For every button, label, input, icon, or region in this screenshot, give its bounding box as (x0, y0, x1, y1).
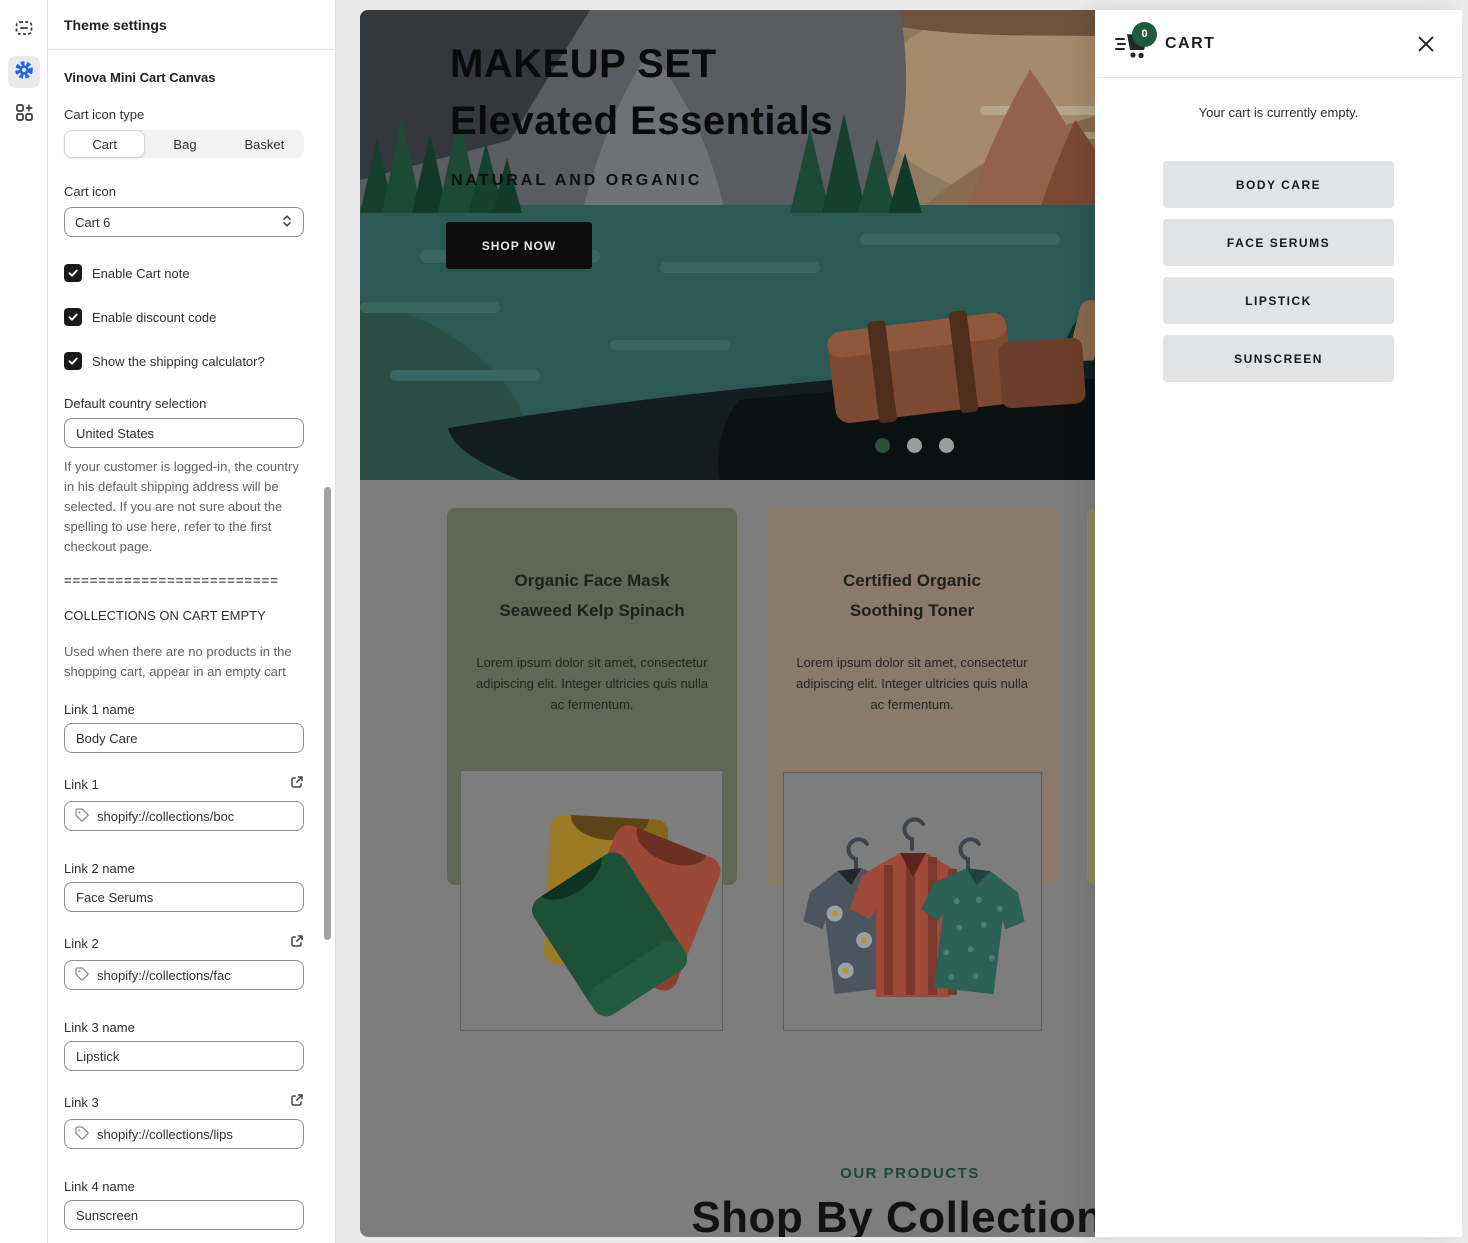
country-label: Default country selection (64, 396, 304, 411)
editor-icon-rail (0, 0, 48, 1243)
hero-title: MAKEUP SET Elevated Essentials (450, 36, 833, 150)
link-2-name-input[interactable] (64, 882, 304, 912)
cart-icon-label: Cart icon (64, 184, 304, 199)
cart-icon-select-value: Cart 6 (75, 215, 110, 230)
link-2-label: Link 2 (64, 936, 99, 951)
tag-icon (75, 808, 89, 825)
link-3-name-label: Link 3 name (64, 1020, 304, 1035)
collection-button-lipstick[interactable]: LIPSTICK (1163, 277, 1394, 324)
link-1-url-value: shopify://collections/boc (97, 809, 234, 824)
link-1-label: Link 1 (64, 777, 99, 792)
cart-collection-buttons: BODY CARE FACE SERUMS LIPSTICK SUNSCREEN (1163, 161, 1394, 382)
product-2-title-line-2: Soothing Toner (767, 596, 1057, 626)
link-3-url-value: shopify://collections/lips (97, 1127, 233, 1142)
link-1-name-input[interactable] (64, 723, 304, 753)
collection-button-sunscreen[interactable]: SUNSCREEN (1163, 335, 1394, 382)
product-2-title-line-1: Certified Organic (767, 566, 1057, 596)
cart-count-badge: 0 (1132, 22, 1157, 47)
apps-nav-button[interactable] (8, 98, 40, 130)
product-1-description: Lorem ipsum dolor sit amet, consectetur … (447, 652, 737, 715)
chevron-updown-icon (281, 214, 293, 231)
product-1-title-line-2: Seaweed Kelp Spinach (447, 596, 737, 626)
cart-icon-type-segmented: Cart Bag Basket (64, 130, 304, 158)
checkbox-enable-discount-code[interactable]: Enable discount code (64, 308, 304, 326)
segment-cart[interactable]: Cart (64, 130, 145, 158)
checkbox-checked-icon (64, 308, 82, 326)
checkbox-enable-cart-note[interactable]: Enable Cart note (64, 264, 304, 282)
checkbox-label: Enable Cart note (92, 266, 190, 281)
theme-settings-nav-button[interactable] (8, 56, 40, 88)
carousel-dot-2[interactable] (907, 438, 922, 453)
link-1-name-label: Link 1 name (64, 702, 304, 717)
separator-text: ========================= (64, 573, 304, 588)
carousel-dots (875, 438, 954, 453)
checkbox-checked-icon (64, 264, 82, 282)
collection-button-face-serums[interactable]: FACE SERUMS (1163, 219, 1394, 266)
panel-title: Theme settings (48, 0, 335, 50)
hero-title-line-2: Elevated Essentials (450, 93, 833, 150)
cart-trolley-icon: 0 (1113, 24, 1155, 64)
link-3-name-input[interactable] (64, 1041, 304, 1071)
section-title: Vinova Mini Cart Canvas (64, 70, 304, 85)
sections-icon (14, 18, 34, 43)
product-1-title-line-1: Organic Face Mask (447, 566, 737, 596)
cart-drawer-header: 0 CART (1095, 10, 1462, 78)
product-2-image-hanging-shirts (783, 772, 1042, 1031)
hero-title-line-1: MAKEUP SET (450, 36, 833, 93)
link-4-name-input[interactable] (64, 1200, 304, 1230)
cart-drawer-title: CART (1165, 35, 1215, 53)
collection-button-body-care[interactable]: BODY CARE (1163, 161, 1394, 208)
link-2-name-label: Link 2 name (64, 861, 304, 876)
panel-scrollbar[interactable] (324, 487, 331, 940)
cart-empty-message: Your cart is currently empty. (1095, 105, 1462, 120)
cart-icon-select[interactable]: Cart 6 (64, 207, 304, 237)
carousel-dot-1[interactable] (875, 438, 890, 453)
theme-settings-panel: Theme settings Vinova Mini Cart Canvas C… (48, 0, 336, 1243)
collections-heading: COLLECTIONS ON CART EMPTY (64, 608, 304, 623)
collections-description: Used when there are no products in the s… (64, 642, 304, 682)
link-1-url-input[interactable]: shopify://collections/boc (64, 801, 304, 831)
close-icon[interactable] (1412, 30, 1440, 58)
sections-nav-button[interactable] (8, 14, 40, 46)
link-2-url-input[interactable]: shopify://collections/fac (64, 960, 304, 990)
link-4-name-label: Link 4 name (64, 1179, 304, 1194)
product-2-description: Lorem ipsum dolor sit amet, consectetur … (767, 652, 1057, 715)
cart-icon-type-label: Cart icon type (64, 107, 304, 122)
shop-now-button[interactable]: SHOP NOW (446, 222, 592, 269)
gear-icon (14, 60, 34, 85)
carousel-dot-3[interactable] (939, 438, 954, 453)
hero-subtitle: NATURAL AND ORGANIC (451, 172, 702, 190)
tag-icon (75, 967, 89, 984)
checkbox-label: Show the shipping calculator? (92, 354, 265, 369)
external-link-icon[interactable] (290, 934, 304, 953)
checkbox-label: Enable discount code (92, 310, 216, 325)
segment-bag[interactable]: Bag (145, 130, 224, 158)
apps-icon (14, 102, 34, 127)
link-3-url-input[interactable]: shopify://collections/lips (64, 1119, 304, 1149)
country-help-text: If your customer is logged-in, the count… (64, 457, 304, 557)
tag-icon (75, 1126, 89, 1143)
external-link-icon[interactable] (290, 1093, 304, 1112)
checkbox-shipping-calculator[interactable]: Show the shipping calculator? (64, 352, 304, 370)
link-2-url-value: shopify://collections/fac (97, 968, 231, 983)
segment-basket[interactable]: Basket (225, 130, 304, 158)
product-1-image-folded-shirts (460, 770, 723, 1031)
external-link-icon[interactable] (290, 775, 304, 794)
mini-cart-drawer: 0 CART Your cart is currently empty. BOD… (1095, 10, 1462, 1237)
checkbox-checked-icon (64, 352, 82, 370)
country-input[interactable] (64, 418, 304, 448)
link-3-label: Link 3 (64, 1095, 99, 1110)
